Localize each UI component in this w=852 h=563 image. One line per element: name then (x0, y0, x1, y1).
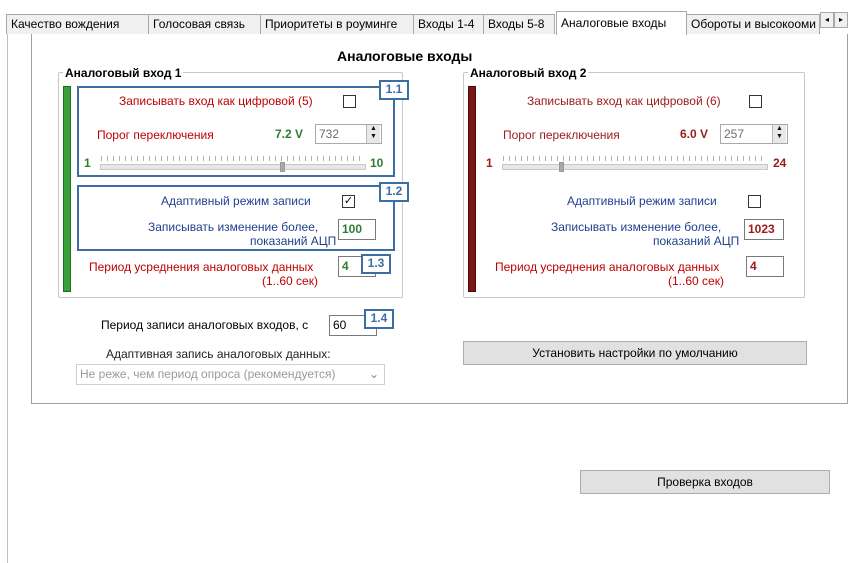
threshold-label-1: Порог переключения (97, 128, 214, 142)
spin-up-icon[interactable]: ▲ (367, 125, 380, 133)
tab-roaming[interactable]: Приоритеты в роуминге (260, 14, 414, 34)
spin-down-icon[interactable]: ▼ (367, 133, 380, 141)
record-digital-checkbox-2[interactable] (749, 95, 762, 108)
spin-arrows-icon[interactable]: ▲ ▼ (772, 125, 786, 143)
slider-max-2: 24 (773, 156, 787, 170)
adaptive-label-2: Адаптивный режим записи (567, 194, 717, 208)
analog-input-1-title: Аналоговый вход 1 (63, 66, 184, 80)
change-label-1a: Записывать изменение более, (148, 220, 319, 234)
badge-1-1: 1.1 (379, 80, 409, 100)
tab-inputs-5-8[interactable]: Входы 5-8 (483, 14, 555, 34)
slider-thumb-1[interactable] (280, 162, 285, 172)
slider-min-1: 1 (84, 156, 91, 170)
tab-analog-inputs[interactable]: Аналоговые входы (556, 11, 687, 35)
record-digital-label-2: Записывать вход как цифровой (6) (527, 94, 721, 108)
tab-scroll-right-icon[interactable]: ▸ (834, 12, 848, 28)
period-label-2a: Период усреднения аналоговых данных (495, 260, 720, 274)
adaptive-checkbox-1[interactable]: ✓ (342, 195, 355, 208)
tab-driving-quality[interactable]: Качество вождения (6, 14, 149, 34)
page-title: Аналоговые входы (337, 48, 473, 64)
input-1-color-bar (63, 86, 71, 292)
chevron-down-icon[interactable]: ⌄ (369, 365, 379, 384)
threshold-slider-1[interactable] (100, 164, 366, 170)
threshold-voltage-1: 7.2 V (275, 127, 304, 141)
threshold-slider-2[interactable] (502, 164, 768, 170)
threshold-spinbox-2[interactable]: 257 ▲ ▼ (720, 124, 788, 144)
slider-min-2: 1 (486, 156, 493, 170)
change-label-2a: Записывать изменение более, (551, 220, 722, 234)
left-divider (7, 34, 8, 563)
threshold-value-2: 257 (724, 127, 745, 141)
check-inputs-button[interactable]: Проверка входов (580, 470, 830, 494)
period-label-2b: (1..60 сек) (668, 274, 724, 288)
change-value-input-1[interactable]: 100 (338, 219, 376, 240)
slider-ticks-1 (101, 156, 365, 161)
spin-down-icon[interactable]: ▼ (773, 133, 786, 141)
threshold-label-2: Порог переключения (503, 128, 620, 142)
adaptive-record-label: Адаптивная запись аналоговых данных: (106, 347, 331, 361)
threshold-spinbox-1[interactable]: 732 ▲ ▼ (315, 124, 382, 144)
tab-rpm[interactable]: Обороты и высокооми (686, 14, 820, 34)
tab-scroll-left-icon[interactable]: ◂ (820, 12, 834, 28)
period-label-1a: Период усреднения аналоговых данных (89, 260, 314, 274)
adaptive-record-selected: Не реже, чем период опроса (рекомендуетс… (80, 367, 336, 381)
set-defaults-button[interactable]: Установить настройки по умолчанию (463, 341, 807, 365)
record-digital-label-1: Записывать вход как цифровой (5) (119, 94, 313, 108)
record-digital-checkbox-1[interactable] (343, 95, 356, 108)
period-label-1b: (1..60 сек) (262, 274, 318, 288)
threshold-voltage-2: 6.0 V (680, 127, 709, 141)
change-label-1b: показаний АЦП (250, 234, 337, 248)
tab-inputs-1-4[interactable]: Входы 1-4 (413, 14, 484, 34)
change-value-input-2[interactable]: 1023 (744, 219, 784, 240)
adaptive-checkbox-2[interactable] (748, 195, 761, 208)
tab-strip: Качество вождения Голосовая связь Приори… (0, 0, 852, 35)
record-period-label: Период записи аналоговых входов, с (101, 318, 309, 332)
badge-1-2: 1.2 (379, 182, 409, 202)
analog-input-2-title: Аналоговый вход 2 (468, 66, 589, 80)
badge-1-4: 1.4 (364, 309, 394, 329)
change-label-2b: показаний АЦП (653, 234, 740, 248)
adaptive-label-1: Адаптивный режим записи (161, 194, 311, 208)
spin-arrows-icon[interactable]: ▲ ▼ (366, 125, 380, 143)
slider-ticks-2 (503, 156, 767, 161)
slider-thumb-2[interactable] (559, 162, 564, 172)
tab-voice[interactable]: Голосовая связь (148, 14, 261, 34)
badge-1-3: 1.3 (361, 254, 391, 274)
adaptive-record-select[interactable]: Не реже, чем период опроса (рекомендуетс… (76, 364, 385, 385)
spin-up-icon[interactable]: ▲ (773, 125, 786, 133)
threshold-value-1: 732 (319, 127, 340, 141)
input-2-color-bar (468, 86, 476, 292)
slider-max-1: 10 (370, 156, 384, 170)
period-value-input-2[interactable]: 4 (746, 256, 784, 277)
